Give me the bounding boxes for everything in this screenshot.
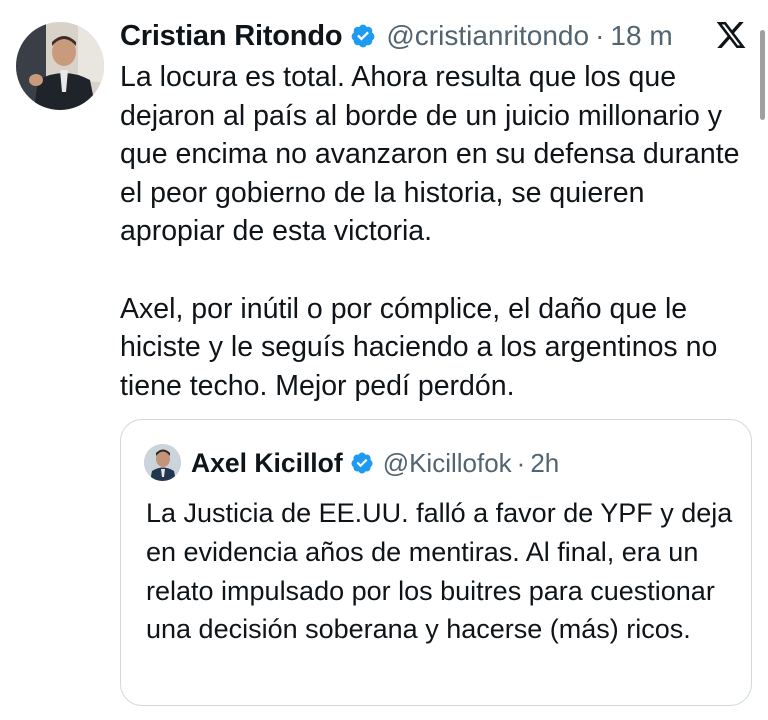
author-handle[interactable]: @cristianritondo (386, 20, 589, 52)
tweet-timestamp[interactable]: 18 m (610, 20, 672, 52)
author-avatar[interactable] (16, 22, 104, 110)
verified-badge-icon (351, 24, 375, 48)
tweet[interactable]: Cristian Ritondo @cristianritondo · 18 m… (0, 0, 768, 720)
profile-photo-icon (16, 22, 104, 110)
scrollbar[interactable] (760, 30, 765, 120)
quoted-author-handle[interactable]: @Kicillofok (383, 448, 512, 479)
quoted-author-avatar[interactable] (144, 444, 181, 481)
separator-dot: · (595, 20, 605, 51)
profile-photo-icon (144, 444, 181, 481)
quoted-author-header: Axel Kicillof @Kicillofok · 2h (191, 444, 559, 482)
tweet-text: La locura es total. Ahora resulta que lo… (120, 58, 756, 405)
quoted-tweet-timestamp[interactable]: 2h (530, 448, 559, 479)
quoted-author-name[interactable]: Axel Kicillof (191, 448, 343, 479)
separator-dot: · (516, 447, 526, 478)
verified-badge-icon (351, 452, 373, 474)
author-name[interactable]: Cristian Ritondo (120, 20, 343, 53)
quoted-tweet-text: La Justicia de EE.UU. falló a favor de Y… (146, 498, 733, 645)
tweet-paragraph: Axel, por inútil o por cómplice, el daño… (120, 292, 718, 402)
tweet-paragraph: La locura es total. Ahora resulta que lo… (120, 61, 740, 248)
quoted-tweet[interactable]: Axel Kicillof @Kicillofok · 2h La Justic… (120, 419, 752, 706)
author-header: Cristian Ritondo @cristianritondo · 18 m (120, 18, 673, 54)
x-logo-icon[interactable] (715, 19, 747, 51)
